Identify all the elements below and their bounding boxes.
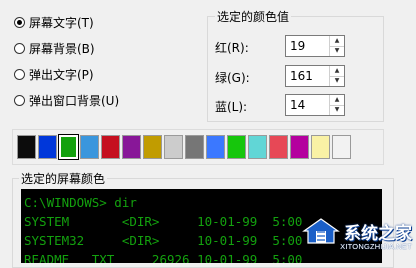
color-swatch[interactable] bbox=[206, 135, 225, 159]
preview-legend: 选定的屏幕颜色 bbox=[19, 170, 108, 187]
color-swatch[interactable] bbox=[269, 135, 288, 159]
spin-up-icon[interactable]: ▲ bbox=[330, 66, 344, 76]
spin-down-icon[interactable]: ▼ bbox=[330, 75, 344, 87]
radio-label: 屏幕背景(B) bbox=[29, 41, 95, 56]
color-swatch[interactable] bbox=[164, 135, 183, 159]
green-input[interactable]: 161 ▲ ▼ bbox=[285, 65, 345, 87]
color-swatch[interactable] bbox=[332, 135, 351, 159]
red-value[interactable]: 19 bbox=[286, 36, 329, 56]
radio-unchecked-icon[interactable] bbox=[14, 42, 25, 54]
color-swatch[interactable] bbox=[101, 135, 120, 159]
radio-label: 弹出文字(P) bbox=[29, 67, 94, 82]
spin-up-icon[interactable]: ▲ bbox=[330, 36, 344, 46]
watermark-title: 系统之家 bbox=[344, 223, 412, 244]
radio-checked-icon[interactable] bbox=[14, 16, 25, 28]
green-value[interactable]: 161 bbox=[286, 66, 329, 86]
color-swatch[interactable] bbox=[17, 135, 36, 159]
color-values-legend: 选定的颜色值 bbox=[215, 8, 292, 25]
color-palette[interactable] bbox=[17, 134, 351, 160]
radio-unchecked-icon[interactable] bbox=[14, 94, 25, 106]
radio-label: 弹出窗口背景(U) bbox=[29, 93, 120, 108]
color-swatch[interactable] bbox=[248, 135, 267, 159]
red-label: 红(R): bbox=[215, 41, 249, 55]
blue-input[interactable]: 14 ▲ ▼ bbox=[285, 94, 345, 116]
green-spinner[interactable]: ▲ ▼ bbox=[329, 66, 344, 86]
radio-unchecked-icon[interactable] bbox=[14, 68, 25, 80]
radio-label: 屏幕文字(T) bbox=[29, 15, 94, 30]
spin-up-icon[interactable]: ▲ bbox=[330, 95, 344, 105]
radio-popup-background[interactable]: 弹出窗口背景(U) bbox=[14, 92, 119, 108]
radio-screen-background[interactable]: 屏幕背景(B) bbox=[14, 40, 95, 56]
color-swatch[interactable] bbox=[143, 135, 162, 159]
console-line: C:\WINDOWS> dir bbox=[24, 195, 137, 210]
blue-value[interactable]: 14 bbox=[286, 95, 329, 115]
green-label: 绿(G): bbox=[215, 71, 250, 85]
red-input[interactable]: 19 ▲ ▼ bbox=[285, 35, 345, 57]
color-values-group: 选定的颜色值 红(R): 19 ▲ ▼ 绿(G): 161 ▲ ▼ 蓝(L): … bbox=[207, 8, 384, 122]
color-swatch[interactable] bbox=[38, 135, 57, 159]
color-swatch[interactable] bbox=[185, 135, 204, 159]
console-line: README TXT 26926 10-01-99 5:00 bbox=[24, 252, 303, 263]
radio-popup-text[interactable]: 弹出文字(P) bbox=[14, 66, 94, 82]
color-swatch[interactable] bbox=[311, 135, 330, 159]
color-swatch[interactable] bbox=[58, 134, 79, 160]
red-spinner[interactable]: ▲ ▼ bbox=[329, 36, 344, 56]
blue-label: 蓝(L): bbox=[215, 100, 248, 114]
house-logo-icon bbox=[302, 217, 340, 245]
color-swatch[interactable] bbox=[122, 135, 141, 159]
spin-down-icon[interactable]: ▼ bbox=[330, 104, 344, 116]
blue-spinner[interactable]: ▲ ▼ bbox=[329, 95, 344, 115]
watermark-subtitle: XITONGZHIJIA.NET bbox=[340, 242, 412, 251]
color-swatch[interactable] bbox=[227, 135, 246, 159]
color-swatch[interactable] bbox=[290, 135, 309, 159]
radio-screen-text[interactable]: 屏幕文字(T) bbox=[14, 14, 94, 30]
watermark: 系统之家 XITONGZHIJIA.NET bbox=[302, 217, 412, 251]
spin-down-icon[interactable]: ▼ bbox=[330, 45, 344, 57]
color-swatch[interactable] bbox=[80, 135, 99, 159]
